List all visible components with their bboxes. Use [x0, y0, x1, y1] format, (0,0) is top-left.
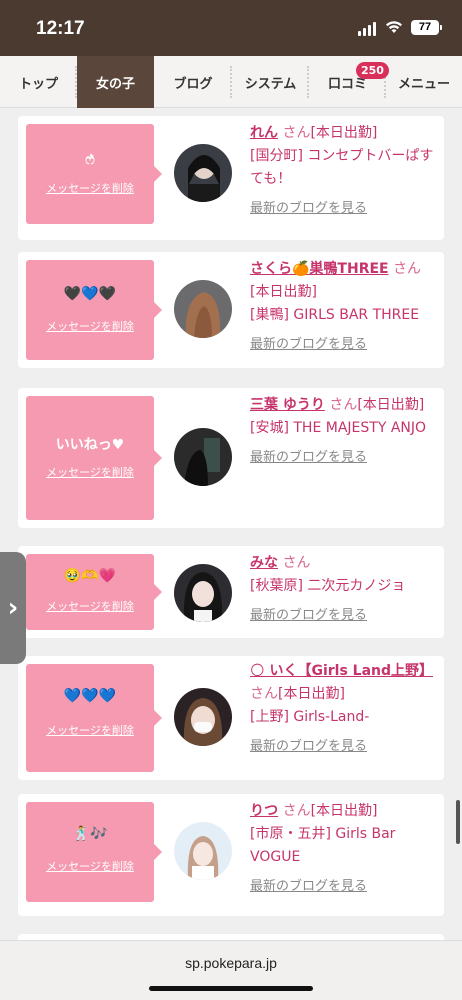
shop-name: [安城] THE MAJESTY ANJO — [250, 420, 427, 436]
girl-name-link[interactable]: りつ — [250, 803, 278, 819]
honorific: さん — [282, 125, 311, 141]
avatar[interactable] — [174, 564, 232, 622]
reviews-count-badge: 250 — [356, 62, 389, 79]
browser-url-bar[interactable]: sp.pokepara.jp — [0, 940, 462, 1000]
latest-blog-link[interactable]: 最新のブログを見る — [250, 197, 438, 220]
avatar[interactable] — [174, 280, 232, 338]
message-text: 🥹🫶💗 — [63, 568, 117, 584]
shop-name: [巣鴨] GIRLS BAR THREE — [250, 307, 420, 323]
battery-icon: 77 — [411, 20, 439, 35]
delete-message-link[interactable]: メッセージを削除 — [26, 180, 154, 196]
list-item: いいねっ♥ メッセージを削除 三葉 ゆうり さん[本日出勤] [安城] THE … — [18, 388, 444, 528]
avatar[interactable] — [174, 822, 232, 880]
battery-tip — [440, 25, 442, 30]
main-nav: トップ 女の子 ブログ システム 口コミ メニュー 250 — [0, 56, 462, 108]
girls-message-list: ෆ͛ メッセージを削除 れん さん[本日出勤] [国分町] コンセプトバーぱすて… — [0, 108, 462, 940]
girl-info: りつ さん[本日出勤] [市原・五井] Girls Bar VOGUE 最新のブ… — [250, 800, 438, 898]
latest-blog-link[interactable]: 最新のブログを見る — [250, 604, 438, 627]
message-box: いいねっ♥ メッセージを削除 — [26, 396, 162, 520]
latest-blog-link[interactable]: 最新のブログを見る — [250, 735, 438, 758]
message-text: 💙💙💙 — [63, 688, 117, 704]
list-item: 🕺🎶 メッセージを削除 りつ さん[本日出勤] [市原・五井] Girls Ba… — [18, 794, 444, 916]
tab-menu[interactable]: メニュー — [386, 56, 462, 108]
girl-info: さくら🍊巣鴨THREE さん [本日出勤] [巣鴨] GIRLS BAR THRE… — [250, 258, 438, 356]
message-text: 🕺🎶 — [72, 826, 108, 842]
wifi-icon — [386, 21, 402, 33]
chevron-right-icon[interactable]: › — [0, 552, 26, 664]
list-item: ෆ͛ メッセージを削除 れん さん[本日出勤] [国分町] コンセプトバーぱすて… — [18, 116, 444, 240]
message-text: ෆ͛ — [85, 152, 95, 168]
shop-name: [国分町] コンセプトバーぱすても！ — [250, 148, 434, 187]
attendance-status: [本日出勤] — [250, 284, 317, 300]
girl-info: 🌕 いく【Girls Land上野】 さん[本日出勤] [上野] Girls-L… — [250, 660, 438, 758]
honorific: さん — [282, 555, 311, 571]
message-box: 💙💙💙 メッセージを削除 — [26, 664, 162, 772]
attendance-status: [本日出勤] — [278, 686, 345, 702]
latest-blog-link[interactable]: 最新のブログを見る — [250, 875, 438, 898]
avatar[interactable] — [174, 428, 232, 486]
message-box: 🥹🫶💗 メッセージを削除 — [26, 554, 162, 630]
delete-message-link[interactable]: メッセージを削除 — [26, 858, 154, 874]
shop-name: [秋葉原] 二次元カノジョ — [250, 578, 406, 594]
avatar[interactable] — [174, 144, 232, 202]
avatar[interactable] — [174, 688, 232, 746]
attendance-status: [本日出勤] — [310, 125, 378, 141]
home-indicator[interactable] — [149, 986, 313, 991]
shop-name: [市原・五井] Girls Bar VOGUE — [250, 826, 396, 865]
delete-message-link[interactable]: メッセージを削除 — [26, 598, 154, 614]
tab-girls[interactable]: 女の子 — [77, 56, 154, 108]
tab-blog[interactable]: ブログ — [154, 56, 232, 108]
delete-message-link[interactable]: メッセージを削除 — [26, 464, 154, 480]
girl-name-link[interactable]: 三葉 ゆうり — [250, 397, 325, 413]
message-box: 🖤💙🖤 メッセージを削除 — [26, 260, 162, 360]
girl-name-link[interactable]: さくら🍊巣鴨THREE — [250, 261, 389, 277]
tab-system[interactable]: システム — [232, 56, 309, 108]
girl-info: れん さん[本日出勤] [国分町] コンセプトバーぱすても！ 最新のブログを見る — [250, 122, 438, 220]
attendance-status: [本日出勤] — [357, 397, 425, 413]
message-text: いいねっ♥ — [55, 437, 125, 453]
girl-name-link[interactable]: みな — [250, 555, 278, 571]
attendance-status: [本日出勤] — [310, 803, 378, 819]
signal-icon — [358, 22, 376, 36]
status-time: 12:17 — [36, 18, 85, 39]
girl-name-link[interactable]: れん — [250, 125, 278, 141]
delete-message-link[interactable]: メッセージを削除 — [26, 318, 154, 334]
honorific: さん — [393, 261, 422, 277]
honorific: さん — [250, 686, 278, 702]
status-bar: 12:17 77 — [0, 0, 462, 56]
girl-name-link[interactable]: 🌕 いく【Girls Land上野】 — [250, 663, 433, 679]
honorific: さん — [282, 803, 311, 819]
latest-blog-link[interactable]: 最新のブログを見る — [250, 446, 438, 469]
scrollbar[interactable] — [456, 800, 460, 844]
list-item: 💙💙💙 メッセージを削除 🌕 いく【Girls Land上野】 さん[本日出勤]… — [18, 656, 444, 780]
delete-message-link[interactable]: メッセージを削除 — [26, 722, 154, 738]
latest-blog-link[interactable]: 最新のブログを見る — [250, 333, 438, 356]
girl-info: みな さん [秋葉原] 二次元カノジョ 最新のブログを見る — [250, 552, 438, 627]
list-item: 🖤💙🖤 メッセージを削除 さくら🍊巣鴨THREE さん [本日出勤] [巣鴨] G… — [18, 252, 444, 368]
honorific: さん — [329, 397, 358, 413]
message-text: 🖤💙🖤 — [63, 286, 117, 302]
girl-info: 三葉 ゆうり さん[本日出勤] [安城] THE MAJESTY ANJO 最新… — [250, 394, 438, 469]
tab-top[interactable]: トップ — [0, 56, 77, 108]
url-text[interactable]: sp.pokepara.jp — [0, 955, 462, 971]
message-box: 🕺🎶 メッセージを削除 — [26, 802, 162, 902]
shop-name: [上野] Girls-Land- — [250, 709, 370, 725]
message-box: ෆ͛ メッセージを削除 — [26, 124, 162, 224]
list-item: 🥹🫶💗 メッセージを削除 みな さん [秋葉原] 二次元カノジョ 最新のブログを… — [18, 546, 444, 638]
